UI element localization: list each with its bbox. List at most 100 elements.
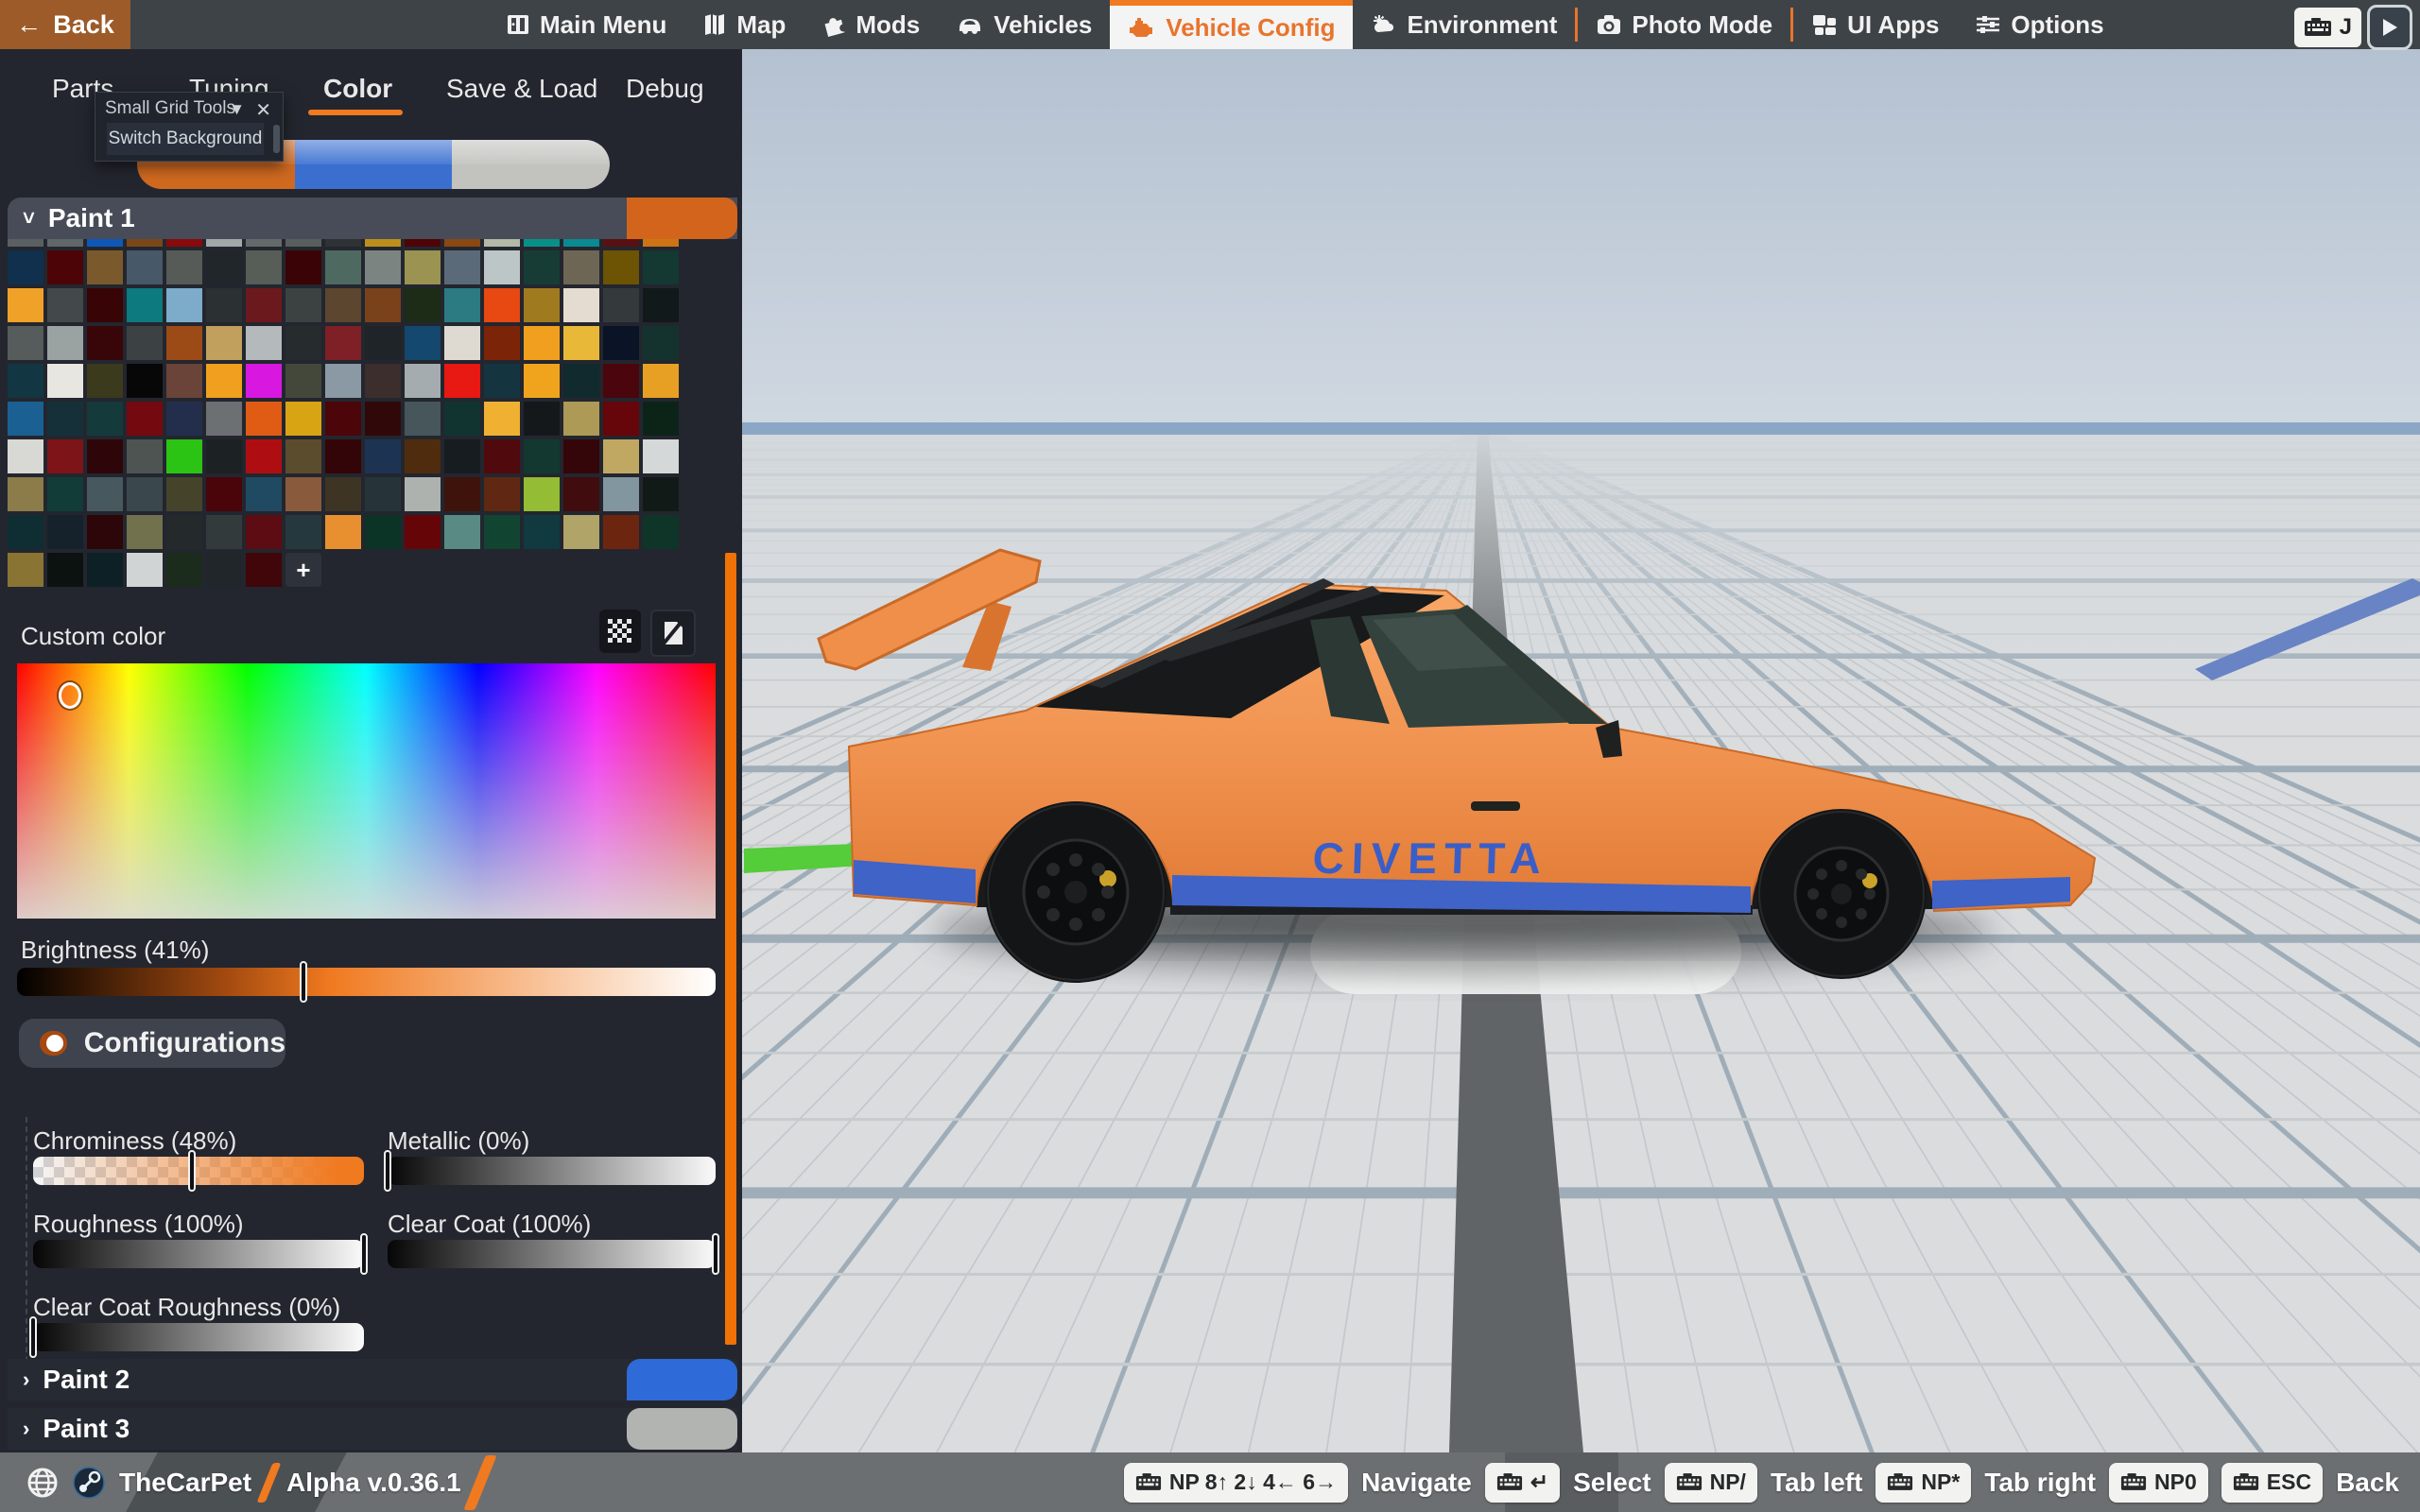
palette-swatch[interactable] [603,250,639,284]
palette-swatch[interactable] [484,326,520,360]
palette-swatch[interactable] [206,364,242,398]
palette-swatch[interactable] [285,239,321,247]
palette-swatch[interactable] [603,402,639,436]
palette-swatch[interactable] [206,326,242,360]
brightness-handle[interactable] [300,961,307,1003]
palette-swatch[interactable] [603,439,639,473]
palette-swatch[interactable] [285,288,321,322]
popup-scrollbar[interactable] [273,125,280,153]
palette-swatch[interactable] [563,477,599,511]
palette-swatch[interactable] [603,239,639,247]
palette-swatch[interactable] [524,364,560,398]
palette-swatch[interactable] [8,288,43,322]
palette-swatch[interactable] [365,402,401,436]
palette-swatch[interactable] [444,515,480,549]
palette-swatch[interactable] [127,439,163,473]
palette-swatch[interactable] [127,288,163,322]
popup-collapse-caret[interactable]: ▼ [229,100,245,119]
palette-swatch[interactable] [246,553,282,587]
palette-swatch[interactable] [524,326,560,360]
palette-swatch[interactable] [246,326,282,360]
palette-swatch[interactable] [166,239,202,247]
palette-swatch[interactable] [563,515,599,549]
palette-swatch[interactable] [166,250,202,284]
palette-swatch[interactable] [47,364,83,398]
palette-swatch[interactable] [603,364,639,398]
menu-item-vehicle-config[interactable]: Vehicle Config [1110,0,1353,49]
palette-swatch[interactable] [8,477,43,511]
palette-swatch[interactable] [444,239,480,247]
palette-swatch[interactable] [643,439,679,473]
palette-swatch[interactable] [524,250,560,284]
palette-swatch[interactable] [643,364,679,398]
palette-swatch[interactable] [47,288,83,322]
palette-swatch[interactable] [563,326,599,360]
viewport-3d-scene[interactable]: CIVETTA [742,49,2420,1452]
palette-swatch[interactable] [444,288,480,322]
palette-swatch[interactable] [563,364,599,398]
palette-swatch[interactable] [8,439,43,473]
palette-swatch[interactable] [484,477,520,511]
palette-swatch[interactable] [643,515,679,549]
palette-swatch[interactable] [325,402,361,436]
palette-swatch[interactable] [325,288,361,322]
palette-swatch[interactable] [285,364,321,398]
tab-debug[interactable]: Debug [626,74,704,104]
palette-swatch[interactable] [484,364,520,398]
palette-swatch[interactable] [563,288,599,322]
switch-background-button[interactable]: Switch Background [107,123,264,155]
palette-swatch[interactable] [405,515,441,549]
chrominess-slider[interactable] [33,1157,364,1185]
paint2-color-swatch[interactable] [627,1359,737,1400]
palette-swatch[interactable] [524,477,560,511]
palette-swatch[interactable] [87,288,123,322]
roughness-slider[interactable] [33,1240,364,1268]
palette-swatch[interactable] [405,288,441,322]
palette-swatch[interactable] [285,515,321,549]
menu-item-photo-mode[interactable]: Photo Mode [1578,0,1790,49]
palette-swatch[interactable] [166,364,202,398]
palette-swatch[interactable] [8,250,43,284]
palette-swatch[interactable] [524,239,560,247]
palette-swatch[interactable] [166,288,202,322]
palette-swatch[interactable] [285,439,321,473]
palette-swatch[interactable] [563,250,599,284]
palette-swatch[interactable] [87,439,123,473]
palette-swatch[interactable] [47,326,83,360]
tab-save-load[interactable]: Save & Load [446,74,597,104]
palette-swatch[interactable] [206,553,242,587]
palette-swatch[interactable] [87,553,123,587]
palette-swatch[interactable] [444,364,480,398]
palette-swatch[interactable] [365,239,401,247]
palette-swatch[interactable] [524,439,560,473]
palette-swatch[interactable] [127,326,163,360]
palette-swatch[interactable] [87,402,123,436]
palette-swatch[interactable] [166,515,202,549]
palette-swatch[interactable] [484,515,520,549]
palette-swatch[interactable] [444,250,480,284]
color-picker-cursor[interactable] [59,682,81,709]
palette-swatch[interactable] [285,402,321,436]
palette-swatch[interactable] [8,515,43,549]
palette-swatch[interactable] [524,402,560,436]
menu-item-mods[interactable]: Mods [804,0,938,49]
palette-swatch[interactable] [206,402,242,436]
palette-swatch[interactable] [563,402,599,436]
menu-item-vehicles[interactable]: Vehicles [938,0,1110,49]
menu-item-ui-apps[interactable]: UI Apps [1793,0,1957,49]
paint3-color-swatch[interactable] [627,1408,737,1450]
palette-swatch[interactable] [405,364,441,398]
clear-coat-roughness-slider[interactable] [33,1323,364,1351]
popup-close-icon[interactable]: ✕ [255,98,271,122]
palette-swatch[interactable] [127,250,163,284]
palette-swatch[interactable] [87,477,123,511]
palette-swatch[interactable] [47,515,83,549]
palette-swatch[interactable] [246,364,282,398]
palette-swatch[interactable] [444,326,480,360]
metallic-handle[interactable] [384,1150,391,1192]
palette-swatch[interactable] [325,515,361,549]
palette-swatch[interactable] [365,364,401,398]
palette-swatch[interactable] [325,477,361,511]
palette-swatch[interactable] [87,364,123,398]
palette-swatch[interactable] [127,477,163,511]
